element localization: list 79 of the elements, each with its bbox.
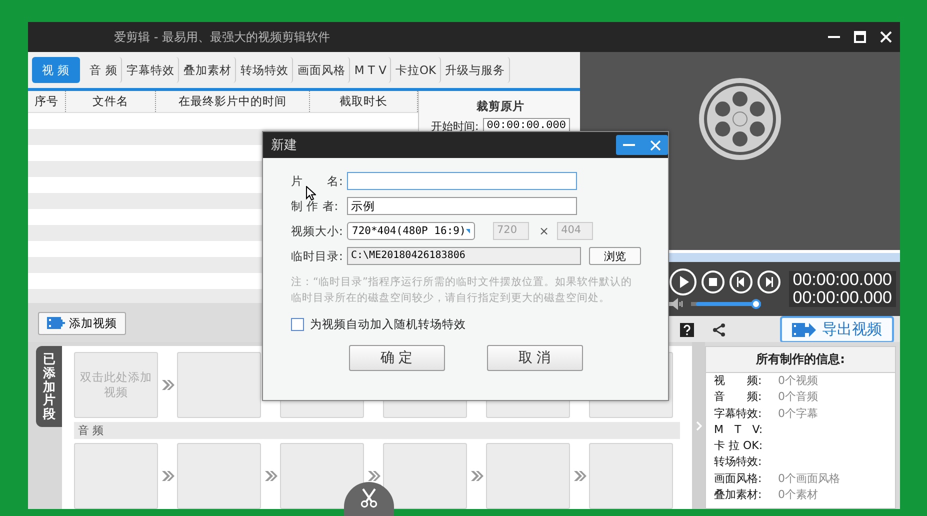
collapse-handle[interactable]	[692, 342, 705, 509]
info-label: 视 频:	[714, 373, 763, 389]
window-title: 爱剪辑 - 最易用、最强大的视频剪辑软件	[114, 28, 330, 46]
times-sign: ×	[539, 224, 550, 238]
panel-title: 所有制作的信息:	[706, 347, 895, 373]
info-label: 字幕特效:	[714, 406, 763, 422]
help-icon[interactable]	[680, 322, 694, 336]
stop-button[interactable]	[701, 270, 725, 294]
close-icon[interactable]	[880, 31, 892, 43]
column-header: 在最终影片中的时间	[156, 91, 310, 112]
info-label: 画面风格:	[714, 470, 763, 487]
scissors-icon	[360, 488, 378, 508]
width-field: 720	[493, 222, 529, 240]
info-value: 0个画面风格	[778, 470, 841, 487]
tab[interactable]: 叠加素材	[179, 57, 236, 83]
add-video-button[interactable]: 添加视频	[38, 312, 126, 334]
info-label: 音 频:	[714, 389, 763, 406]
chevron-icon	[264, 470, 278, 482]
current-time: 00:00:00.000	[792, 271, 892, 289]
tab[interactable]: 卡拉OK	[391, 57, 442, 83]
play-button[interactable]	[669, 268, 697, 296]
ok-button[interactable]: 确 定	[348, 345, 444, 371]
field-label: 开始时间:	[431, 118, 479, 134]
tab[interactable]: M T V	[350, 57, 392, 83]
temp-dir-field[interactable]: C:\ME20180426183806	[347, 247, 581, 265]
info-label: 卡 拉 OK:	[714, 438, 764, 454]
added-clips-tab[interactable]: 已添加片段	[36, 346, 62, 427]
info-value: 0个视频	[778, 373, 819, 389]
panel-title: 裁剪原片	[476, 99, 524, 114]
tab[interactable]: 画面风格	[293, 57, 350, 83]
checkbox-label[interactable]: 为视频自动加入随机转场特效	[310, 317, 466, 332]
chevron-right-icon	[696, 420, 702, 430]
export-video-button[interactable]: 导出视频	[780, 316, 894, 343]
track-label: 音 频	[74, 422, 680, 439]
minimize-icon	[623, 144, 635, 146]
previous-frame-button[interactable]	[729, 270, 753, 294]
close-icon	[650, 140, 660, 150]
info-label: 转场特效:	[714, 454, 763, 470]
title-input[interactable]	[347, 172, 577, 190]
total-time: 00:00:00.000	[792, 289, 892, 307]
info-value: 0个音频	[778, 389, 819, 406]
field-label: 制 作 者:	[291, 198, 340, 214]
field-label: 片 名:	[291, 174, 343, 188]
share-icon[interactable]	[712, 322, 726, 336]
tab[interactable]: 音 频	[86, 57, 122, 83]
volume-icon[interactable]	[669, 298, 685, 310]
info-value: 0个素材	[778, 487, 819, 504]
browse-button[interactable]: 浏览	[589, 247, 641, 265]
maximize-icon[interactable]	[854, 31, 866, 43]
column-header: 文件名	[66, 91, 156, 112]
note-text: 注：“临时目录”指程序运行所需的临时文件摆放位置。如果软件默认的临时目录所在的磁盘空间较少，请自行指定到更大的磁盘空间处。	[291, 275, 633, 306]
cancel-button[interactable]: 取 消	[486, 345, 582, 371]
film-add-icon	[47, 316, 65, 330]
field-label: 视频大小:	[291, 224, 343, 238]
chevron-icon	[470, 470, 484, 482]
tab[interactable]: 升级与服务	[441, 57, 510, 83]
chevron-icon	[160, 470, 174, 482]
tab[interactable]: 字幕特效	[122, 57, 180, 83]
height-field: 404	[557, 222, 594, 240]
caret-icon	[466, 228, 470, 234]
chevron-icon	[572, 470, 586, 482]
author-input[interactable]: 示例	[347, 197, 577, 215]
tab[interactable]: 视 频	[32, 57, 80, 83]
next-frame-button[interactable]	[757, 270, 781, 294]
info-value: 0个字幕	[778, 406, 819, 422]
field-label: 临时目录:	[291, 248, 343, 264]
info-label: 叠加素材:	[714, 487, 763, 504]
mouse-cursor-icon	[306, 186, 316, 201]
chevron-icon	[366, 470, 380, 482]
info-label: M T V:	[714, 422, 764, 438]
video-size-select[interactable]: 720*404(480P 16:9)	[347, 222, 475, 240]
export-icon	[792, 322, 816, 338]
column-header: 序号	[28, 91, 66, 112]
checkbox[interactable]	[291, 318, 304, 331]
dialog-title: 新建	[271, 137, 297, 154]
tab[interactable]: 转场特效	[236, 57, 294, 83]
chevron-icon	[160, 379, 174, 391]
film-reel-icon	[697, 76, 783, 162]
volume-slider[interactable]	[691, 299, 761, 309]
